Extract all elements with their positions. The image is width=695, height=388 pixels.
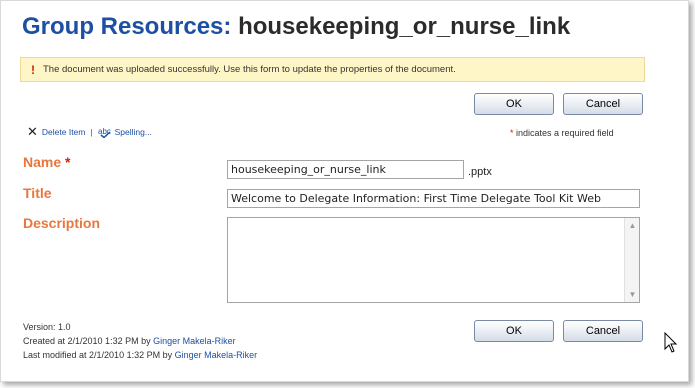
name-required-star: *	[65, 154, 71, 170]
exclamation-icon: !	[31, 62, 35, 77]
version-info: Version: 1.0	[23, 322, 71, 332]
title-input[interactable]: Welcome to Delegate Information: First T…	[227, 189, 640, 208]
ok-button-bottom[interactable]: OK	[474, 320, 554, 342]
delete-item-link[interactable]: Delete Item	[42, 127, 85, 137]
file-extension: .pptx	[468, 166, 492, 178]
modified-by-link[interactable]: Ginger Makela-Riker	[175, 350, 258, 360]
created-by-link[interactable]: Ginger Makela-Riker	[153, 336, 236, 346]
edit-properties-dialog: Group Resources: housekeeping_or_nurse_l…	[0, 0, 689, 382]
delete-x-icon[interactable]: ✕	[27, 124, 38, 140]
scroll-down-icon[interactable]: ▼	[626, 288, 639, 301]
created-text: Created at 2/1/2010 1:32 PM by	[23, 336, 151, 346]
ok-button-top[interactable]: OK	[474, 93, 554, 115]
modified-text: Last modified at 2/1/2010 1:32 PM by	[23, 350, 173, 360]
required-star: *	[510, 128, 514, 138]
page-title: Group Resources: housekeeping_or_nurse_l…	[22, 13, 570, 41]
required-note-text: indicates a required field	[516, 128, 614, 138]
name-label-text: Name	[23, 154, 62, 170]
page-title-group: Group Resources	[22, 13, 224, 40]
required-field-note: * indicates a required field	[510, 128, 614, 138]
title-label: Title	[23, 185, 52, 201]
spelling-link[interactable]: Spelling...	[115, 127, 152, 137]
description-textarea[interactable]: ▲ ▼	[227, 217, 640, 303]
svg-text:abc: abc	[98, 127, 111, 136]
form-toolbar: ✕ Delete Item | abc Spelling...	[27, 124, 152, 140]
name-label: Name *	[23, 154, 70, 170]
description-label: Description	[23, 215, 101, 231]
page-title-item: housekeeping_or_nurse_link	[238, 13, 571, 40]
created-info: Created at 2/1/2010 1:32 PM by Ginger Ma…	[23, 336, 236, 346]
toolbar-divider: |	[90, 127, 93, 137]
page-title-separator: :	[223, 13, 232, 40]
spelling-check-icon[interactable]: abc	[98, 126, 112, 138]
modified-info: Last modified at 2/1/2010 1:32 PM by Gin…	[23, 350, 257, 360]
notice-text: The document was uploaded successfully. …	[43, 64, 456, 75]
cancel-button-bottom[interactable]: Cancel	[563, 320, 643, 342]
mouse-pointer-icon	[664, 331, 678, 359]
description-scrollbar[interactable]: ▲ ▼	[624, 218, 639, 302]
scroll-up-icon[interactable]: ▲	[626, 219, 639, 232]
cancel-button-top[interactable]: Cancel	[563, 93, 643, 115]
upload-success-notice: ! The document was uploaded successfully…	[20, 57, 645, 82]
name-input[interactable]: housekeeping_or_nurse_link	[227, 160, 464, 179]
